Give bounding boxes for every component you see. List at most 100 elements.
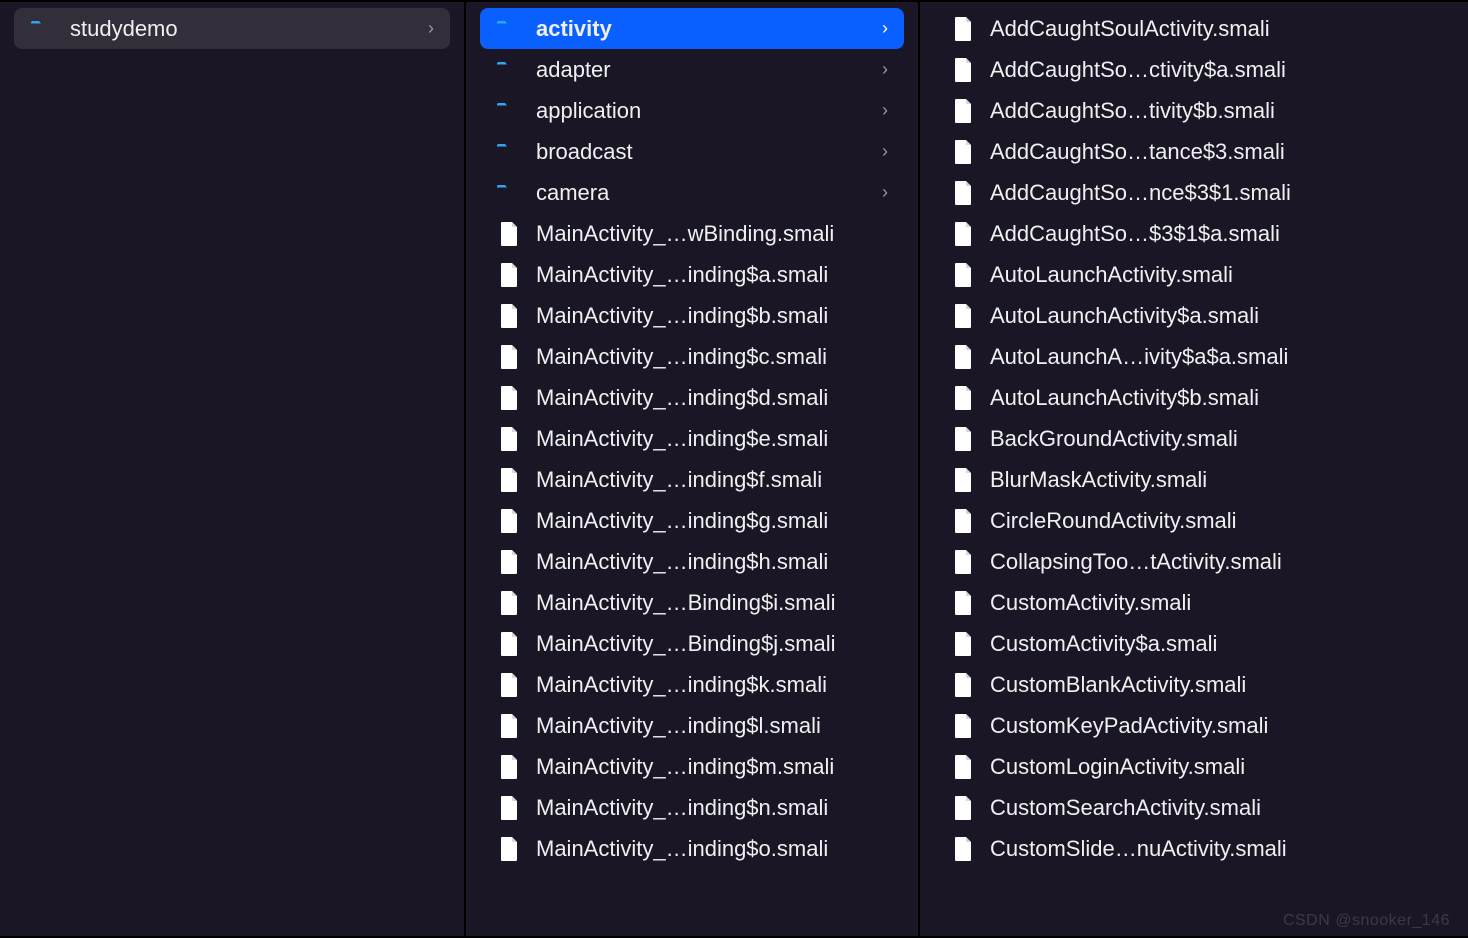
file-row[interactable]: MainActivity_…inding$e.smali [480, 418, 904, 459]
file-icon [499, 590, 519, 616]
file-row[interactable]: MainActivity_…inding$k.smali [480, 664, 904, 705]
folder-row[interactable]: activity › [480, 8, 904, 49]
file-row[interactable]: MainActivity_…inding$b.smali [480, 295, 904, 336]
row-icon [948, 260, 978, 290]
row-icon [948, 342, 978, 372]
file-icon [953, 139, 973, 165]
row-icon [494, 137, 524, 167]
finder-column-view: studydemo› activity›adapter›application›… [0, 0, 1468, 938]
chevron-right-icon: › [882, 59, 888, 80]
row-icon [494, 670, 524, 700]
folder-row[interactable]: adapter› [480, 49, 904, 90]
folder-icon [496, 183, 522, 203]
folder-icon [496, 19, 522, 39]
chevron-right-icon: › [882, 18, 888, 39]
file-row[interactable]: CustomActivity$a.smali [934, 623, 1454, 664]
folder-icon [496, 60, 522, 80]
file-row[interactable]: AddCaughtSo…ctivity$a.smali [934, 49, 1454, 90]
column-3: AddCaughtSoulActivity.smaliAddCaughtSo…c… [920, 2, 1468, 936]
file-icon [499, 713, 519, 739]
file-row[interactable]: CustomKeyPadActivity.smali [934, 705, 1454, 746]
row-icon [494, 383, 524, 413]
file-row[interactable]: MainActivity_…Binding$j.smali [480, 623, 904, 664]
file-row[interactable]: CircleRoundActivity.smali [934, 500, 1454, 541]
row-label: CustomLoginActivity.smali [990, 754, 1438, 780]
folder-row[interactable]: studydemo› [14, 8, 450, 49]
file-row[interactable]: MainActivity_…Binding$i.smali [480, 582, 904, 623]
row-icon [494, 55, 524, 85]
folder-row[interactable]: application› [480, 90, 904, 131]
file-row[interactable]: MainActivity_…inding$m.smali [480, 746, 904, 787]
row-label: MainActivity_…inding$f.smali [536, 467, 888, 493]
file-row[interactable]: CollapsingToo…tActivity.smali [934, 541, 1454, 582]
file-row[interactable]: AutoLaunchActivity.smali [934, 254, 1454, 295]
row-icon [948, 465, 978, 495]
row-icon [494, 260, 524, 290]
row-icon [494, 14, 524, 44]
row-label: MainActivity_…inding$m.smali [536, 754, 888, 780]
file-icon [499, 426, 519, 452]
file-icon [953, 262, 973, 288]
file-row[interactable]: AddCaughtSo…tivity$b.smali [934, 90, 1454, 131]
file-row[interactable]: MainActivity_…inding$n.smali [480, 787, 904, 828]
file-row[interactable]: BackGroundActivity.smali [934, 418, 1454, 459]
file-row[interactable]: MainActivity_…inding$h.smali [480, 541, 904, 582]
file-row[interactable]: AutoLaunchActivity$b.smali [934, 377, 1454, 418]
row-icon [494, 301, 524, 331]
file-row[interactable]: CustomActivity.smali [934, 582, 1454, 623]
file-row[interactable]: AddCaughtSo…$3$1$a.smali [934, 213, 1454, 254]
row-icon [948, 301, 978, 331]
file-row[interactable]: MainActivity_…inding$c.smali [480, 336, 904, 377]
file-row[interactable]: CustomSearchActivity.smali [934, 787, 1454, 828]
file-row[interactable]: MainActivity_…inding$o.smali [480, 828, 904, 869]
folder-icon [30, 19, 56, 39]
folder-row[interactable]: camera› [480, 172, 904, 213]
file-row[interactable]: CustomBlankActivity.smali [934, 664, 1454, 705]
row-icon [494, 793, 524, 823]
row-icon [948, 506, 978, 536]
file-row[interactable]: MainActivity_…inding$a.smali [480, 254, 904, 295]
file-icon [499, 795, 519, 821]
file-row[interactable]: AutoLaunchA…ivity$a$a.smali [934, 336, 1454, 377]
row-label: CustomActivity.smali [990, 590, 1438, 616]
row-label: CircleRoundActivity.smali [990, 508, 1438, 534]
file-icon [953, 631, 973, 657]
file-icon [499, 221, 519, 247]
file-row[interactable]: AddCaughtSoulActivity.smali [934, 8, 1454, 49]
row-icon [948, 752, 978, 782]
folder-row[interactable]: broadcast› [480, 131, 904, 172]
file-row[interactable]: MainActivity_…inding$l.smali [480, 705, 904, 746]
file-row[interactable]: AddCaughtSo…tance$3.smali [934, 131, 1454, 172]
file-row[interactable]: MainActivity_…inding$f.smali [480, 459, 904, 500]
row-label: AddCaughtSo…tivity$b.smali [990, 98, 1438, 124]
file-row[interactable]: CustomLoginActivity.smali [934, 746, 1454, 787]
file-row[interactable]: BlurMaskActivity.smali [934, 459, 1454, 500]
row-label: CustomKeyPadActivity.smali [990, 713, 1438, 739]
row-label: BlurMaskActivity.smali [990, 467, 1438, 493]
file-icon [953, 303, 973, 329]
file-row[interactable]: MainActivity_…wBinding.smali [480, 213, 904, 254]
file-row[interactable]: AddCaughtSo…nce$3$1.smali [934, 172, 1454, 213]
folder-icon [496, 142, 522, 162]
row-icon [494, 424, 524, 454]
row-label: CustomSlide…nuActivity.smali [990, 836, 1438, 862]
file-row[interactable]: CustomSlide…nuActivity.smali [934, 828, 1454, 869]
row-label: MainActivity_…inding$b.smali [536, 303, 888, 329]
file-icon [499, 672, 519, 698]
row-label: MainActivity_…inding$c.smali [536, 344, 888, 370]
row-icon [494, 588, 524, 618]
file-icon [499, 631, 519, 657]
row-label: MainActivity_…inding$h.smali [536, 549, 888, 575]
file-icon [953, 754, 973, 780]
file-row[interactable]: MainActivity_…inding$g.smali [480, 500, 904, 541]
file-row[interactable]: AutoLaunchActivity$a.smali [934, 295, 1454, 336]
row-label: CustomActivity$a.smali [990, 631, 1438, 657]
row-icon [948, 178, 978, 208]
file-row[interactable]: MainActivity_…inding$d.smali [480, 377, 904, 418]
row-label: MainActivity_…inding$a.smali [536, 262, 888, 288]
row-label: activity [536, 16, 874, 42]
row-icon [948, 424, 978, 454]
file-icon [953, 344, 973, 370]
row-label: MainActivity_…Binding$j.smali [536, 631, 888, 657]
folder-icon [496, 101, 522, 121]
